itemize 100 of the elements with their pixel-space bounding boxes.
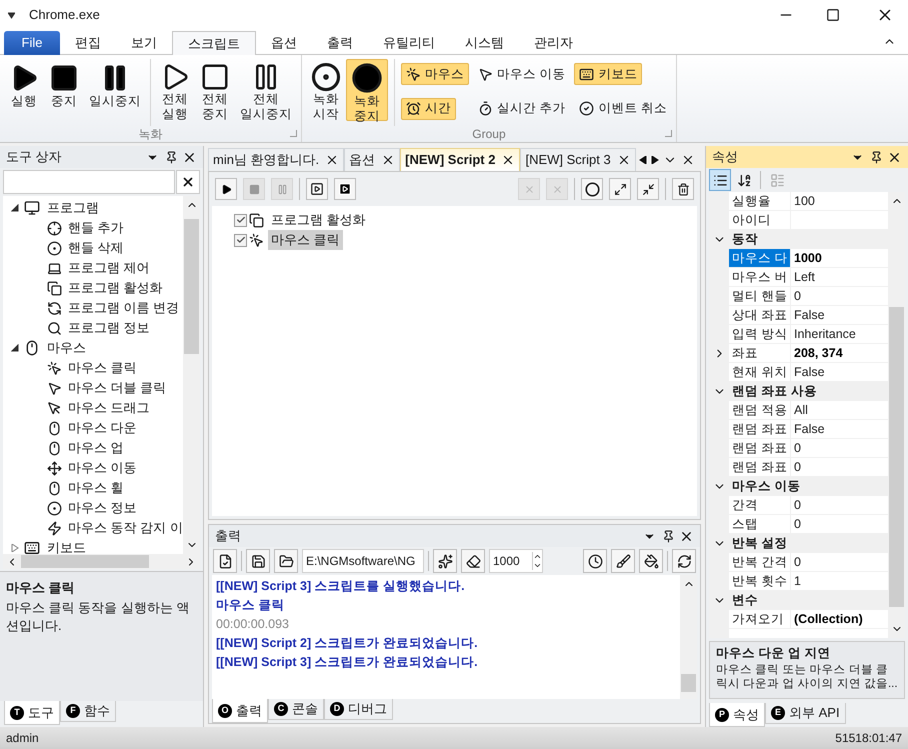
tree-item[interactable]: 마우스 클릭 <box>3 358 183 378</box>
panel-tab[interactable]: F 함수 <box>60 701 116 722</box>
vertical-scrollbar[interactable] <box>183 196 200 554</box>
property-name[interactable]: 가져오기 <box>729 610 791 628</box>
menu-tab[interactable]: 스크립트 <box>172 31 256 55</box>
maximize-icon[interactable] <box>826 8 840 22</box>
menu-tab[interactable]: 유틸리티 <box>368 31 450 55</box>
tree-item[interactable]: 프로그램 <box>3 198 183 218</box>
property-value[interactable]: 1000 <box>794 251 822 265</box>
property-value[interactable]: 0 <box>794 460 801 474</box>
tree-item[interactable]: 마우스 드래그 <box>3 398 183 418</box>
document-tab[interactable]: [NEW] Script 3 <box>520 148 636 171</box>
property-name[interactable]: 랜덤 좌표 <box>729 420 791 438</box>
property-name[interactable]: 좌표 <box>729 344 791 362</box>
property-name[interactable]: 마우스 버 <box>729 268 791 286</box>
property-value[interactable]: 0 <box>794 498 801 512</box>
property-value[interactable]: 1 <box>794 574 801 588</box>
property-name[interactable]: 스탭 <box>729 515 791 533</box>
menu-tab[interactable]: 시스템 <box>450 31 519 55</box>
script-item[interactable]: 프로그램 활성화 <box>268 210 369 230</box>
property-name[interactable]: 반복 횟수 <box>729 572 791 590</box>
ribbon-button[interactable]: 실행 <box>4 59 44 121</box>
tree-item[interactable]: 마우스 이동 <box>3 458 183 478</box>
tree-item[interactable]: 프로그램 이름 변경 <box>3 298 183 318</box>
tree-item[interactable]: 프로그램 제어 <box>3 258 183 278</box>
property-value[interactable]: False <box>794 365 825 379</box>
menu-tab[interactable]: 옵션 <box>256 31 312 55</box>
toolbar-button[interactable] <box>637 178 659 200</box>
clear-button[interactable] <box>176 170 200 194</box>
property-value[interactable]: 100 <box>794 194 815 208</box>
script-item[interactable]: 마우스 클릭 <box>268 230 343 250</box>
property-value[interactable]: 0 <box>794 441 801 455</box>
panel-tab[interactable]: D 디버그 <box>324 699 393 720</box>
tree-item[interactable]: 마우스 다운 <box>3 418 183 438</box>
toggle-button[interactable]: 이벤트 취소 <box>574 98 672 120</box>
tree-item[interactable]: 프로그램 정보 <box>3 318 183 338</box>
toggle-button[interactable]: 시간 <box>401 98 456 120</box>
eraser-button[interactable] <box>461 549 485 573</box>
document-tab[interactable]: [NEW] Script 2 <box>400 148 520 171</box>
property-value[interactable]: False <box>794 422 825 436</box>
ribbon-button[interactable]: 전체 실행 <box>155 59 195 121</box>
toolbar-button[interactable] <box>215 178 237 200</box>
ribbon-button[interactable]: 일시중지 <box>84 59 146 121</box>
path-field[interactable]: E:\NGMsoftware\NG <box>302 549 424 573</box>
menu-tab[interactable]: 출력 <box>312 31 368 55</box>
clean-button[interactable] <box>433 549 457 573</box>
vertical-scrollbar[interactable] <box>680 575 697 699</box>
property-name[interactable]: 랜덤 적용 <box>729 401 791 419</box>
refresh-button[interactable] <box>672 549 696 573</box>
menu-tab[interactable]: File <box>4 31 60 55</box>
number-spinner[interactable]: 1000 <box>489 549 543 573</box>
document-tab[interactable]: min님 환영합니다. <box>208 148 344 171</box>
decrement-icon[interactable] <box>533 561 542 570</box>
property-name[interactable]: 마우스 다 <box>729 249 791 267</box>
ribbon-button[interactable]: 전체 중지 <box>195 59 235 121</box>
scroll-right-icon[interactable] <box>651 156 659 164</box>
pin-icon[interactable] <box>662 530 675 542</box>
view-button[interactable] <box>709 169 731 191</box>
panel-tab[interactable]: O 출력 <box>212 699 268 723</box>
property-value[interactable]: 0 <box>794 289 801 303</box>
collapsed-triangle-icon[interactable] <box>11 544 19 552</box>
document-tab[interactable]: 옵션 <box>344 148 400 171</box>
property-value[interactable]: Left <box>794 270 815 284</box>
toggle-button[interactable]: 실시간 추가 <box>473 98 570 120</box>
tree-item[interactable]: 마우스 휠 <box>3 478 183 498</box>
clock-button[interactable] <box>583 549 607 573</box>
toolbar-button[interactable] <box>334 178 356 200</box>
property-name[interactable]: 실행율 <box>729 192 791 210</box>
property-value[interactable]: 0 <box>794 555 801 569</box>
vertical-scrollbar[interactable] <box>888 192 905 638</box>
tree-item[interactable]: 프로그램 활성화 <box>3 278 183 298</box>
ribbon-button[interactable]: 중지 <box>44 59 84 121</box>
menu-tab[interactable]: 관리자 <box>519 31 588 55</box>
scrollbar-thumb[interactable] <box>21 555 149 568</box>
property-name[interactable]: 랜덤 좌표 <box>729 439 791 457</box>
menu-tab[interactable]: 보기 <box>116 31 172 55</box>
property-name[interactable]: 현재 위치 <box>729 363 791 381</box>
save-button[interactable] <box>246 549 270 573</box>
toolbar-button[interactable] <box>581 178 603 200</box>
tree-item[interactable]: 마우스 <box>3 338 183 358</box>
scrollbar-thumb[interactable] <box>681 674 696 692</box>
toggle-button[interactable]: 마우스 이동 <box>473 63 570 85</box>
brush-button[interactable] <box>611 549 635 573</box>
property-name[interactable]: 멀티 핸들 <box>729 287 791 305</box>
toolbar-button[interactable] <box>672 178 694 200</box>
panel-tab[interactable]: T 도구 <box>4 701 60 725</box>
property-name[interactable]: 상대 좌표 <box>729 306 791 324</box>
scrollbar-thumb[interactable] <box>184 219 199 354</box>
property-value[interactable]: All <box>794 403 808 417</box>
toggle-button[interactable]: 마우스 <box>401 63 469 85</box>
scroll-left-icon[interactable] <box>639 156 647 164</box>
ribbon-button[interactable]: 녹화 중지 <box>346 59 388 121</box>
menu-tab[interactable]: 편집 <box>60 31 116 55</box>
new-file-button[interactable] <box>213 549 237 573</box>
paint-bucket-button[interactable] <box>639 549 663 573</box>
toggle-button[interactable]: 키보드 <box>574 63 642 85</box>
checkbox[interactable] <box>234 234 247 246</box>
property-name[interactable]: 간격 <box>729 496 791 514</box>
tree-item[interactable]: 키보드 <box>3 538 183 554</box>
expanded-triangle-icon[interactable] <box>11 204 19 212</box>
